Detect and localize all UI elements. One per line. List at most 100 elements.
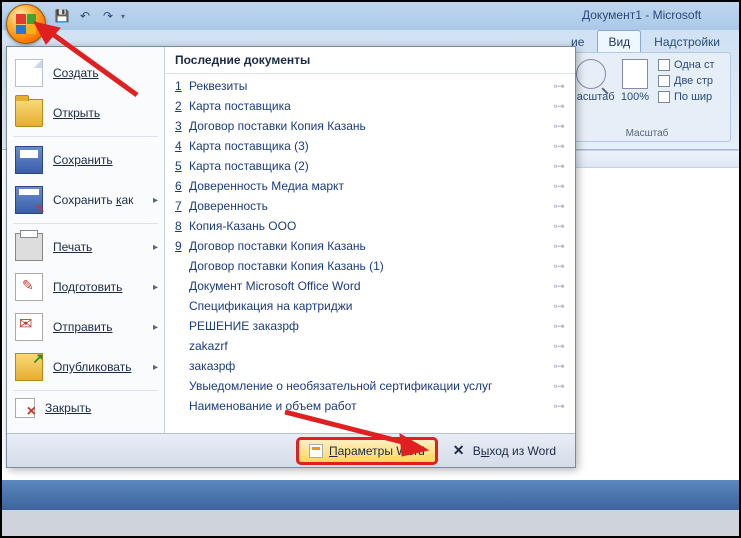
one-page-button[interactable]: Одна ст: [658, 57, 728, 73]
title-bar: 💾 ↶ ↷ ▾ Документ1 - Microsoft: [2, 2, 739, 30]
recent-document-item[interactable]: Наименование и объем работ⊶: [171, 396, 569, 416]
recent-document-item[interactable]: 8Копия-Казань ООО⊶: [171, 216, 569, 236]
pin-icon[interactable]: ⊶: [553, 339, 565, 353]
pin-icon[interactable]: ⊶: [553, 239, 565, 253]
recent-document-item[interactable]: Спецификация на картриджи⊶: [171, 296, 569, 316]
chevron-right-icon: ▸: [153, 282, 158, 293]
page-icon: [622, 59, 648, 89]
recent-item-name: РЕШЕНИЕ заказрф: [189, 319, 553, 333]
recent-document-item[interactable]: 5Карта поставщика (2)⊶: [171, 156, 569, 176]
pin-icon[interactable]: ⊶: [553, 159, 565, 173]
ribbon-tab-addins[interactable]: Надстройки: [643, 30, 731, 53]
one-page-label: Одна ст: [674, 57, 715, 73]
recent-document-item[interactable]: заказрф⊶: [171, 356, 569, 376]
recent-document-item[interactable]: Договор поставки Копия Казань (1)⊶: [171, 256, 569, 276]
menu-send-label: Отправить: [53, 320, 113, 334]
recent-item-name: Карта поставщика: [189, 99, 553, 113]
pin-icon[interactable]: ⊶: [553, 259, 565, 273]
recent-item-name: Копия-Казань ООО: [189, 219, 553, 233]
one-page-icon: [658, 59, 670, 71]
two-pages-button[interactable]: Две стр: [658, 73, 728, 89]
open-icon: [15, 99, 43, 127]
save-as-icon: [15, 186, 43, 214]
pin-icon[interactable]: ⊶: [553, 279, 565, 293]
recent-item-number: 7: [175, 199, 189, 213]
ribbon-tab-view[interactable]: Вид: [597, 30, 641, 53]
pin-icon[interactable]: ⊶: [553, 319, 565, 333]
publish-icon: [15, 353, 43, 381]
menu-open[interactable]: Открыть: [7, 93, 164, 133]
recent-item-name: заказрф: [189, 359, 553, 373]
menu-print[interactable]: Печать ▸: [7, 227, 164, 267]
pin-icon[interactable]: ⊶: [553, 219, 565, 233]
recent-item-name: Доверенность Медиа маркт: [189, 179, 553, 193]
word-options-button[interactable]: Параметры Word: [298, 439, 436, 463]
recent-item-number: 2: [175, 99, 189, 113]
menu-close[interactable]: Закрыть: [7, 394, 164, 422]
separator: [13, 390, 158, 391]
pin-icon[interactable]: ⊶: [553, 119, 565, 133]
recent-document-item[interactable]: 9Договор поставки Копия Казань⊶: [171, 236, 569, 256]
qat-redo-button[interactable]: ↷: [98, 7, 118, 25]
pin-icon[interactable]: ⊶: [553, 79, 565, 93]
page-width-label: По шир: [674, 89, 712, 105]
menu-publish-label: Опубликовать: [53, 360, 131, 374]
ribbon-group-zoom: Масштаб 100% Одна ст Две стр По шир Масш…: [563, 52, 731, 142]
recent-document-item[interactable]: 4Карта поставщика (3)⊶: [171, 136, 569, 156]
recent-item-name: Договор поставки Копия Казань: [189, 239, 553, 253]
recent-document-item[interactable]: zakazrf⊶: [171, 336, 569, 356]
pin-icon[interactable]: ⊶: [553, 179, 565, 193]
recent-document-item[interactable]: Увыедомление о необязательной сертификац…: [171, 376, 569, 396]
pin-icon[interactable]: ⊶: [553, 199, 565, 213]
pin-icon[interactable]: ⊶: [553, 139, 565, 153]
exit-word-button[interactable]: ✕ Выход из Word: [442, 439, 567, 463]
menu-send[interactable]: Отправить ▸: [7, 307, 164, 347]
recent-document-item[interactable]: РЕШЕНИЕ заказрф⊶: [171, 316, 569, 336]
recent-document-item[interactable]: 1Реквезиты⊶: [171, 76, 569, 96]
print-icon: [15, 233, 43, 261]
word-options-label: Параметры Word: [329, 444, 425, 458]
pin-icon[interactable]: ⊶: [553, 399, 565, 413]
separator: [13, 136, 158, 137]
qat-save-button[interactable]: 💾: [52, 7, 72, 25]
bottom-strip: [2, 510, 739, 536]
quick-access-toolbar: 💾 ↶ ↷ ▾: [52, 7, 129, 25]
recent-document-item[interactable]: 7Доверенность⊶: [171, 196, 569, 216]
magnifier-icon: [576, 59, 606, 89]
ribbon-tabs: ие Вид Надстройки: [560, 30, 731, 53]
recent-documents-list: 1Реквезиты⊶2Карта поставщика⊶3Договор по…: [165, 74, 575, 433]
send-icon: [15, 313, 43, 341]
recent-item-name: Договор поставки Копия Казань (1): [189, 259, 553, 273]
page-width-button[interactable]: По шир: [658, 89, 728, 105]
menu-save-as[interactable]: Сохранить как ▸: [7, 180, 164, 220]
exit-word-label: Выход из Word: [473, 444, 556, 458]
recent-document-item[interactable]: 2Карта поставщика⊶: [171, 96, 569, 116]
prepare-icon: [15, 273, 43, 301]
recent-item-number: 6: [175, 179, 189, 193]
recent-document-item[interactable]: 6Доверенность Медиа маркт⊶: [171, 176, 569, 196]
recent-item-number: 9: [175, 239, 189, 253]
chevron-right-icon: ▸: [153, 362, 158, 373]
chevron-right-icon: ▸: [153, 322, 158, 333]
menu-open-label: Открыть: [53, 106, 100, 120]
recent-document-item[interactable]: 3Договор поставки Копия Казань⊶: [171, 116, 569, 136]
recent-item-number: 1: [175, 79, 189, 93]
office-button[interactable]: [6, 4, 46, 44]
menu-prepare[interactable]: Подготовить ▸: [7, 267, 164, 307]
menu-publish[interactable]: Опубликовать ▸: [7, 347, 164, 387]
pin-icon[interactable]: ⊶: [553, 299, 565, 313]
pin-icon[interactable]: ⊶: [553, 379, 565, 393]
qat-customize-dropdown[interactable]: ▾: [121, 7, 129, 25]
close-icon: ✕: [453, 444, 467, 458]
close-doc-icon: [15, 398, 35, 418]
recent-item-name: Документ Microsoft Office Word: [189, 279, 553, 293]
pin-icon[interactable]: ⊶: [553, 99, 565, 113]
pin-icon[interactable]: ⊶: [553, 359, 565, 373]
recent-document-item[interactable]: Документ Microsoft Office Word⊶: [171, 276, 569, 296]
recent-item-name: Договор поставки Копия Казань: [189, 119, 553, 133]
zoom-100-button[interactable]: 100%: [616, 57, 654, 139]
menu-save-as-label: Сохранить как: [53, 193, 133, 207]
menu-save[interactable]: Сохранить: [7, 140, 164, 180]
qat-undo-button[interactable]: ↶: [75, 7, 95, 25]
menu-new[interactable]: Создать: [7, 53, 164, 93]
